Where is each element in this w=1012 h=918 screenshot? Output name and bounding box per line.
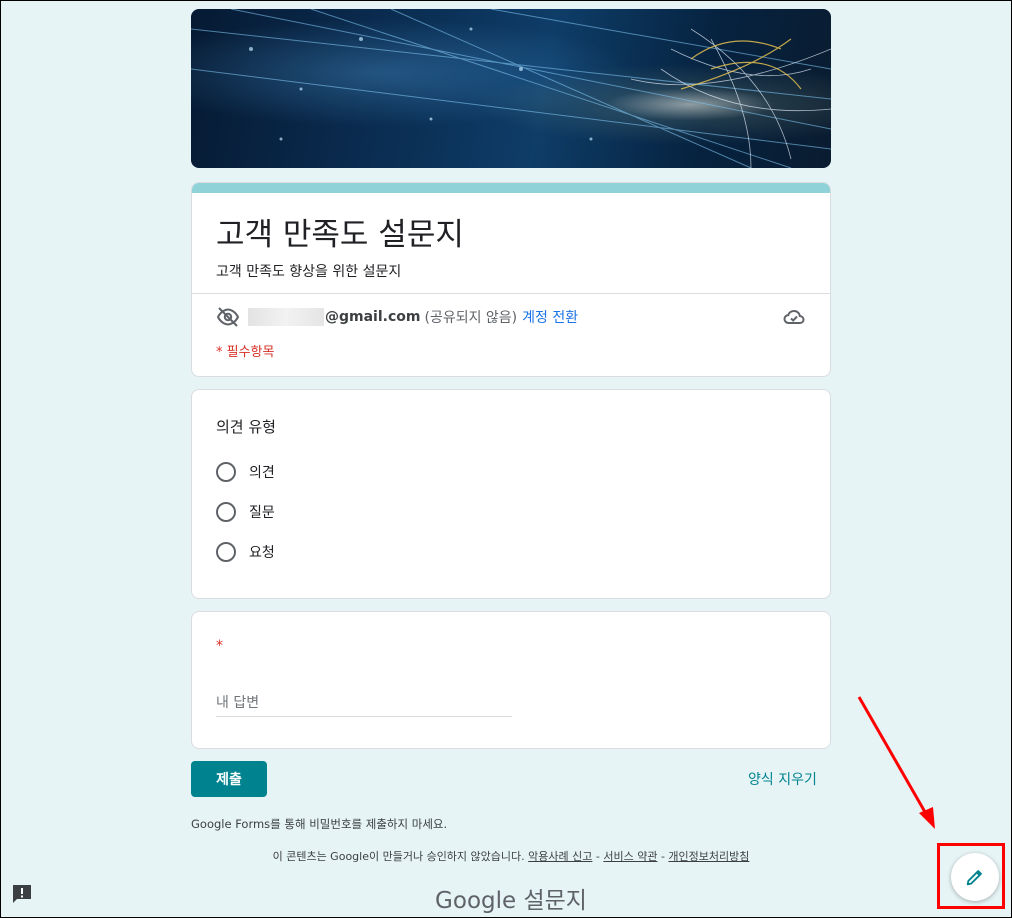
footer-disclaimer-row: 이 콘텐츠는 Google이 만들거나 승인하지 않았습니다. 악용사례 신고 … [191,848,831,864]
cloud-check-icon [783,309,805,324]
edit-pencil-button[interactable] [951,853,999,901]
switch-account-link[interactable]: 계정 전환 [522,307,578,327]
pencil-icon [966,870,982,886]
submit-button[interactable]: 제출 [191,761,267,797]
radio-button[interactable] [216,462,236,482]
terms-link[interactable]: 서비스 약관 [603,850,657,863]
report-abuse-link[interactable]: 악용사례 신고 [528,850,592,863]
radio-option-request[interactable]: 요청 [216,542,275,562]
radio-button[interactable] [216,542,236,562]
option-label: 질문 [249,505,275,521]
disclaimer-text: 이 콘텐츠는 Google이 만들거나 승인하지 않았습니다. [272,850,525,863]
option-label: 요청 [249,545,275,561]
form-title-card: 고객 만족도 설문지 고객 만족도 향상을 위한 설문지 @gmail.com … [191,182,831,377]
account-email: @gmail.com [325,309,421,325]
required-mark: * [216,638,223,654]
redacted-email-prefix [248,308,324,326]
account-row: @gmail.com (공유되지 않음) 계정 전환 [216,305,806,329]
answer-input[interactable] [216,690,512,717]
form-title: 고객 만족도 설문지 [216,217,464,253]
password-warning: Google Forms를 통해 비밀번호를 제출하지 마세요. [191,817,448,831]
question-card-opinion-type: 의견 유형 의견 질문 요청 [191,389,831,599]
radio-button[interactable] [216,502,236,522]
divider [192,293,830,294]
header-image [191,9,831,168]
clear-form-link[interactable]: 양식 지우기 [748,769,817,789]
not-shared-label: (공유되지 않음) [424,310,518,326]
radio-option-question[interactable]: 질문 [216,502,275,522]
google-forms-brand: Google 설문지 [435,888,587,914]
question-title: 의견 유형 [216,418,276,436]
separator: - [592,850,604,863]
option-label: 의견 [249,465,275,481]
feedback-icon[interactable] [11,884,33,904]
separator: - [657,850,669,863]
privacy-policy-link[interactable]: 개인정보처리방침 [668,850,749,863]
title-card-accent-bar [192,183,830,193]
eye-off-icon [216,307,240,327]
form-description: 고객 만족도 향상을 위한 설문지 [216,264,402,280]
required-note: * 필수항목 [216,345,275,360]
question-card-answer: * [191,611,831,749]
fiber-optics-graphic [191,9,831,168]
annotation-arrow [857,696,935,829]
radio-option-opinion[interactable]: 의견 [216,462,275,482]
